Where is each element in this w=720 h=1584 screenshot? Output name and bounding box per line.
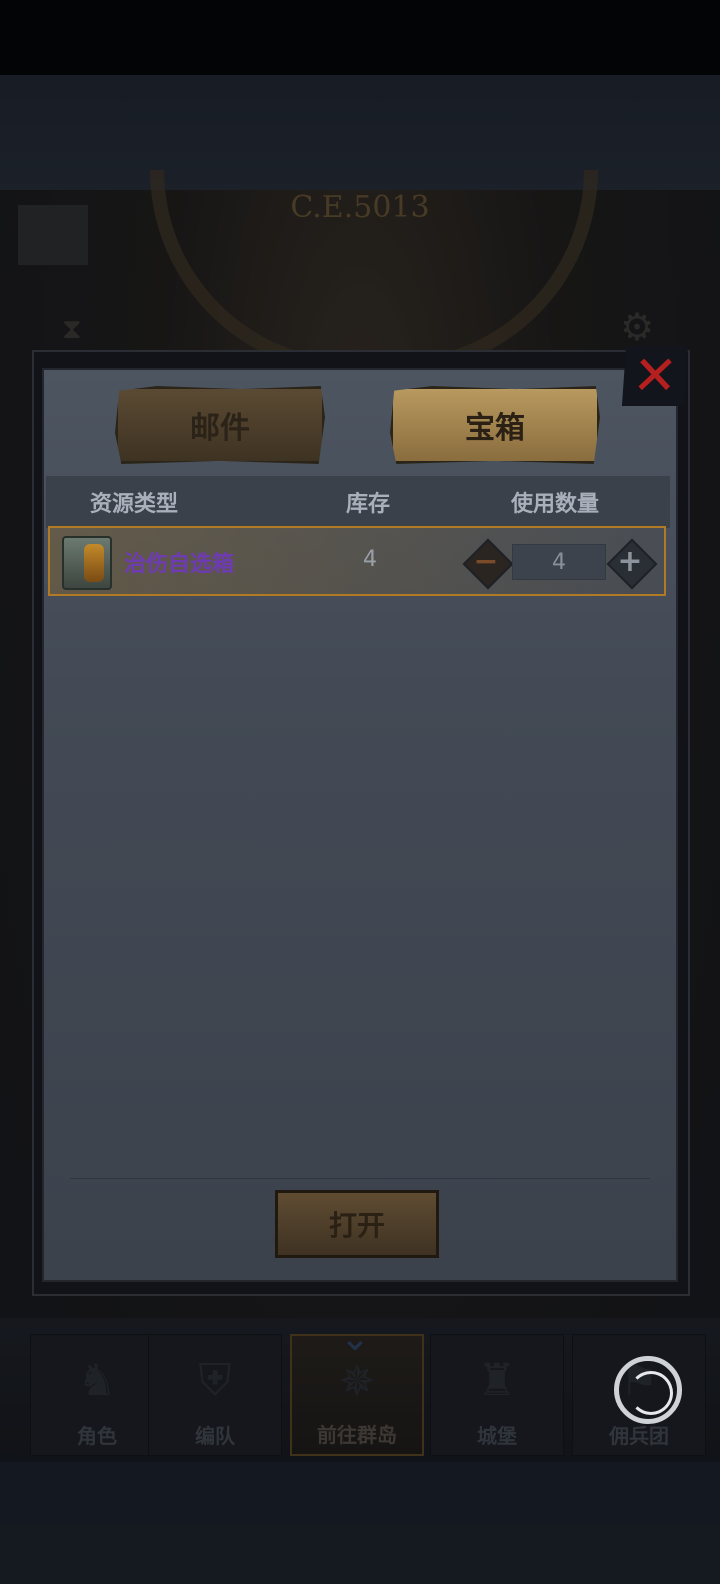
divider <box>70 1178 650 1179</box>
plus-icon: + <box>617 544 643 579</box>
chest-item-icon <box>62 536 112 590</box>
table-row[interactable]: 治伤自选箱 4 − 4 + <box>48 526 666 596</box>
close-button[interactable]: ✕ <box>621 344 689 407</box>
table-header: 资源类型 库存 使用数量 <box>46 476 670 528</box>
header-stock: 库存 <box>346 492 391 517</box>
tab-chest[interactable]: 宝箱 <box>390 386 600 464</box>
quantity-field[interactable]: 4 <box>512 544 606 580</box>
item-name: 治伤自选箱 <box>124 552 235 577</box>
increase-button[interactable]: + <box>606 538 658 590</box>
close-icon: ✕ <box>630 344 680 407</box>
floating-assistant-button[interactable] <box>614 1356 682 1424</box>
header-resource-type: 资源类型 <box>90 492 179 517</box>
minus-icon: − <box>473 544 499 579</box>
header-use-quantity: 使用数量 <box>511 492 600 517</box>
item-stock: 4 <box>363 547 377 572</box>
decrease-button[interactable]: − <box>462 538 514 590</box>
tab-mail[interactable]: 邮件 <box>115 386 325 464</box>
open-button[interactable]: 打开 <box>275 1190 439 1258</box>
